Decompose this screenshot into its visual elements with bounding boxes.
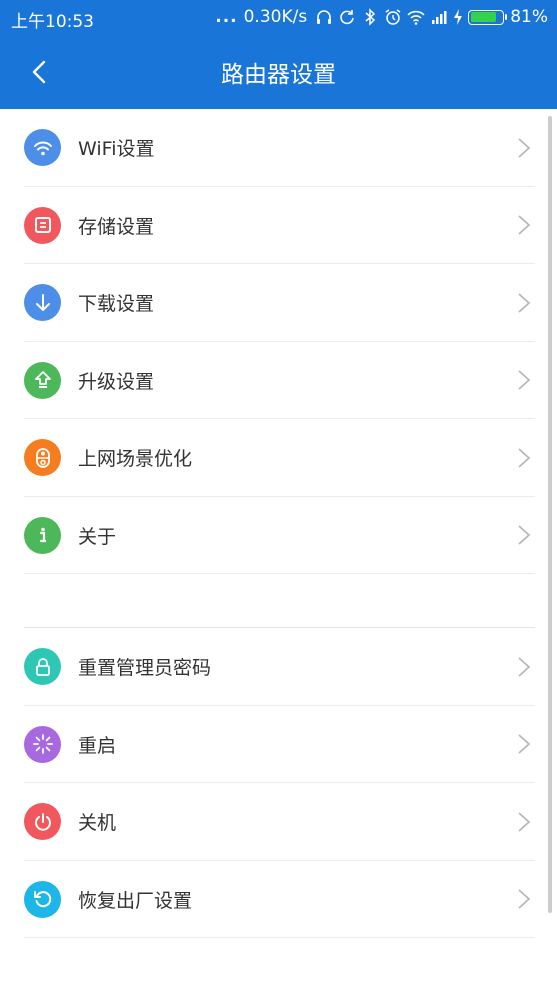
info-icon: [24, 516, 61, 554]
menu-item-shutdown[interactable]: 关机: [0, 783, 557, 861]
headphones-icon: [315, 8, 333, 26]
menu-item-restart[interactable]: 重启: [0, 706, 557, 783]
reset-icon: [24, 880, 61, 918]
menu-item-label: 恢复出厂设置: [78, 889, 193, 912]
status-right: ... 0.30K/s 81%: [215, 7, 548, 27]
download-icon: [24, 284, 61, 322]
menu-item-wifi-settings[interactable]: WiFi设置: [0, 109, 557, 187]
sync-icon: [338, 8, 356, 26]
navigation-bar: 路由器设置: [0, 34, 557, 109]
status-time: 上午10:53: [11, 12, 94, 32]
menu-item-about[interactable]: 关于: [0, 497, 557, 574]
chevron-right-icon: [517, 888, 531, 910]
power-icon: [24, 803, 61, 841]
group-separator: [0, 574, 557, 628]
restart-icon: [24, 725, 61, 763]
status-bar: 上午10:53 ... 0.30K/s 81%: [0, 0, 557, 34]
chevron-right-icon: [517, 656, 531, 678]
menu-item-label: 下载设置: [78, 293, 155, 316]
charging-icon: [453, 8, 463, 26]
settings-list: WiFi设置 存储设置 下载设置 升级设置 上网场景优化 关于 重置管理员密码 …: [0, 109, 557, 938]
menu-item-label: 存储设置: [78, 215, 155, 238]
chevron-right-icon: [517, 733, 531, 755]
chevron-right-icon: [517, 369, 531, 391]
alarm-icon: [384, 8, 402, 26]
chevron-right-icon: [517, 447, 531, 469]
battery-level: [470, 12, 496, 22]
page-title: 路由器设置: [221, 62, 336, 88]
scrollbar[interactable]: [548, 116, 552, 913]
chevron-right-icon: [517, 811, 531, 833]
menu-item-label: WiFi设置: [78, 138, 155, 161]
menu-item-label: 关于: [78, 525, 117, 548]
upgrade-icon: [24, 361, 61, 399]
status-dots: ...: [215, 7, 238, 27]
menu-item-label: 重置管理员密码: [78, 657, 212, 680]
storage-icon: [24, 206, 61, 244]
wifi-icon: [407, 8, 425, 26]
app-header: 上午10:53 ... 0.30K/s 81% 路由器设置: [0, 0, 557, 109]
divider: [24, 937, 535, 938]
toggle-icon: [24, 439, 61, 477]
menu-item-download-settings[interactable]: 下载设置: [0, 264, 557, 342]
menu-item-label: 上网场景优化: [78, 448, 193, 471]
battery-icon: [468, 9, 508, 25]
menu-item-upgrade-settings[interactable]: 升级设置: [0, 342, 557, 419]
lock-icon: [24, 648, 61, 686]
menu-item-reset-admin-password[interactable]: 重置管理员密码: [0, 628, 557, 706]
wifi-icon: [24, 129, 61, 167]
signal-icon: [430, 8, 448, 26]
menu-item-label: 重启: [78, 734, 117, 757]
menu-item-scene-optimization[interactable]: 上网场景优化: [0, 419, 557, 497]
bluetooth-icon: [361, 8, 379, 26]
network-speed: 0.30K/s: [243, 7, 308, 27]
menu-item-label: 升级设置: [78, 370, 155, 393]
chevron-right-icon: [517, 292, 531, 314]
menu-item-storage-settings[interactable]: 存储设置: [0, 187, 557, 264]
chevron-right-icon: [517, 524, 531, 546]
chevron-right-icon: [517, 214, 531, 236]
battery-percent: 81%: [510, 7, 548, 27]
menu-item-factory-reset[interactable]: 恢复出厂设置: [0, 861, 557, 938]
chevron-right-icon: [517, 137, 531, 159]
menu-item-label: 关机: [78, 812, 117, 835]
